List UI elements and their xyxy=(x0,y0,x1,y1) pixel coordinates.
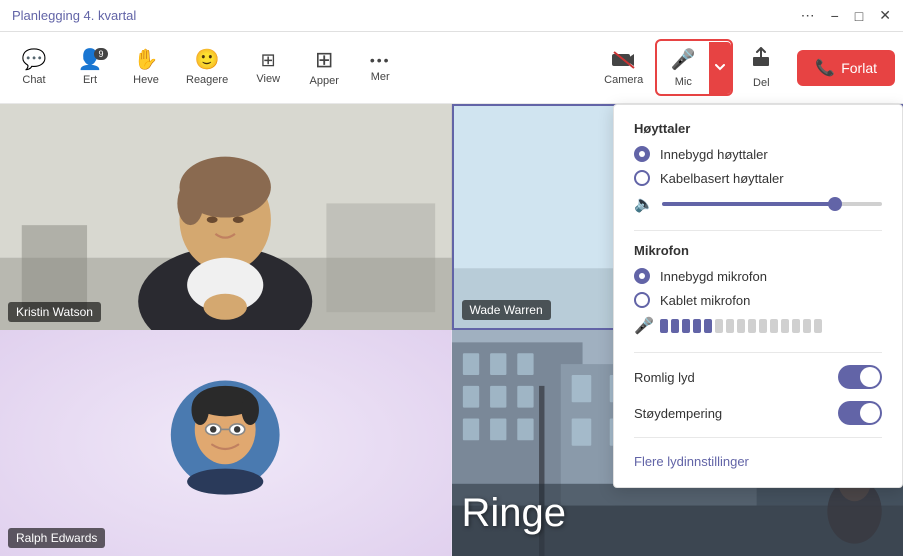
kabelbasert-hoyttaler-radio[interactable] xyxy=(634,170,650,186)
mer-label: Mer xyxy=(371,71,390,83)
mic-bar-7 xyxy=(726,319,734,333)
mic-bars xyxy=(660,319,822,333)
mic-bar-11 xyxy=(770,319,778,333)
toolbar: 💬 Chat 👤 Ert 9 ✋ Heve 🙂 Reagere ⊞ View ⊞… xyxy=(0,32,903,104)
heve-label: Heve xyxy=(133,74,159,86)
ralph-name-label: Ralph Edwards xyxy=(8,528,105,548)
ert-label: Ert xyxy=(83,74,97,86)
chat-label: Chat xyxy=(22,74,45,86)
reagere-button[interactable]: 🙂 Reagere xyxy=(176,44,238,92)
apper-button[interactable]: ⊞ Apper xyxy=(298,43,350,93)
mic-bar-1 xyxy=(660,319,668,333)
restore-icon[interactable]: □ xyxy=(855,8,863,24)
reagere-label: Reagere xyxy=(186,74,228,86)
kablet-mikrofon-radio[interactable] xyxy=(634,292,650,308)
romlig-lyd-row: Romlig lyd xyxy=(634,365,882,389)
romlig-lyd-toggle[interactable] xyxy=(838,365,882,389)
mic-bar-2 xyxy=(671,319,679,333)
mikrofon-section-title: Mikrofon xyxy=(634,243,882,258)
innebygd-hoyttaler-radio[interactable] xyxy=(634,146,650,162)
video-cell-kristin: Kristin Watson xyxy=(0,104,452,330)
ringe-text: Ringe xyxy=(462,491,567,536)
mic-level-row: 🎤 xyxy=(634,316,882,336)
kablet-mikrofon-option[interactable]: Kablet mikrofon xyxy=(634,292,882,308)
innebygd-mikrofon-radio[interactable] xyxy=(634,268,650,284)
stoydempering-row: Støydempering xyxy=(634,401,882,425)
kabelbasert-hoyttaler-option[interactable]: Kabelbasert høyttaler xyxy=(634,170,882,186)
volume-thumb[interactable] xyxy=(828,197,842,211)
section-divider-3 xyxy=(634,437,882,438)
wade-name-label: Wade Warren xyxy=(462,300,551,320)
innebygd-hoyttaler-label: Innebygd høyttaler xyxy=(660,147,768,162)
chat-icon: 💬 xyxy=(22,50,47,70)
mer-button[interactable]: ••• Mer xyxy=(354,47,406,89)
mic-bar-9 xyxy=(748,319,756,333)
mic-dropdown-button[interactable] xyxy=(709,42,731,94)
mic-bar-15 xyxy=(814,319,822,333)
audio-settings-panel: Høyttaler Innebygd høyttaler Kabelbasert… xyxy=(613,104,903,488)
innebygd-mikrofon-label: Innebygd mikrofon xyxy=(660,269,767,284)
volume-icon: 🔈 xyxy=(634,194,654,214)
mic-label: Mic xyxy=(675,76,692,88)
mic-bar-8 xyxy=(737,319,745,333)
more-options-icon[interactable]: ⋯ xyxy=(801,7,815,24)
mic-bar-4 xyxy=(693,319,701,333)
minimize-icon[interactable]: − xyxy=(831,8,839,24)
mic-bar-12 xyxy=(781,319,789,333)
leave-button[interactable]: 📞 Forlat xyxy=(797,50,895,86)
mic-icon: 🎤 xyxy=(671,47,696,72)
camera-icon xyxy=(612,50,636,70)
mic-level-icon: 🎤 xyxy=(634,316,654,336)
emoji-icon: 🙂 xyxy=(195,50,220,70)
more-icon: ••• xyxy=(370,53,391,67)
mic-group: 🎤 Mic xyxy=(655,39,733,96)
romlig-lyd-label: Romlig lyd xyxy=(634,370,695,385)
add-icon: ⊞ xyxy=(315,49,333,71)
view-label: View xyxy=(256,73,280,85)
del-button[interactable]: Del xyxy=(735,41,787,95)
heve-button[interactable]: ✋ Heve xyxy=(120,44,172,92)
ert-button[interactable]: 👤 Ert 9 xyxy=(64,44,116,92)
mic-bar-10 xyxy=(759,319,767,333)
innebygd-mikrofon-option[interactable]: Innebygd mikrofon xyxy=(634,268,882,284)
ert-badge: 9 xyxy=(94,48,108,60)
view-button[interactable]: ⊞ View xyxy=(242,45,294,91)
phone-icon: 📞 xyxy=(815,58,835,78)
view-icon: ⊞ xyxy=(261,51,276,69)
mic-bar-13 xyxy=(792,319,800,333)
share-icon xyxy=(750,47,772,73)
kristin-video-bg xyxy=(0,104,452,330)
chat-button[interactable]: 💬 Chat xyxy=(8,44,60,92)
camera-label: Camera xyxy=(604,74,643,86)
leave-label: Forlat xyxy=(841,60,877,76)
mic-bar-3 xyxy=(682,319,690,333)
close-icon[interactable]: ✕ xyxy=(879,7,891,24)
mic-bar-5 xyxy=(704,319,712,333)
mic-button[interactable]: 🎤 Mic xyxy=(657,41,709,94)
mic-bar-6 xyxy=(715,319,723,333)
apper-label: Apper xyxy=(310,75,339,87)
stoydempering-toggle[interactable] xyxy=(838,401,882,425)
speaker-section-title: Høyttaler xyxy=(634,121,882,136)
kabelbasert-hoyttaler-label: Kabelbasert høyttaler xyxy=(660,171,784,186)
toolbar-right: Camera 🎤 Mic Del 📞 F xyxy=(594,39,895,96)
section-divider-2 xyxy=(634,352,882,353)
volume-row: 🔈 xyxy=(634,194,882,214)
mic-bar-14 xyxy=(803,319,811,333)
innebygd-hoyttaler-option[interactable]: Innebygd høyttaler xyxy=(634,146,882,162)
kristin-name-label: Kristin Watson xyxy=(8,302,101,322)
main-content: Kristin Watson Wade Warren xyxy=(0,104,903,556)
del-label: Del xyxy=(753,77,770,89)
section-divider xyxy=(634,230,882,231)
video-cell-ralph: Ralph Edwards xyxy=(0,330,452,556)
kablet-mikrofon-label: Kablet mikrofon xyxy=(660,293,750,308)
window-controls: ⋯ − □ ✕ xyxy=(801,7,891,24)
volume-slider[interactable] xyxy=(662,202,882,206)
hand-icon: ✋ xyxy=(134,50,159,70)
title-bar: Planlegging 4. kvartal ⋯ − □ ✕ xyxy=(0,0,903,32)
stoydempering-label: Støydempering xyxy=(634,406,722,421)
camera-button[interactable]: Camera xyxy=(594,44,653,92)
window-title: Planlegging 4. kvartal xyxy=(12,8,136,23)
more-settings-link[interactable]: Flere lydinnstillinger xyxy=(634,454,749,469)
